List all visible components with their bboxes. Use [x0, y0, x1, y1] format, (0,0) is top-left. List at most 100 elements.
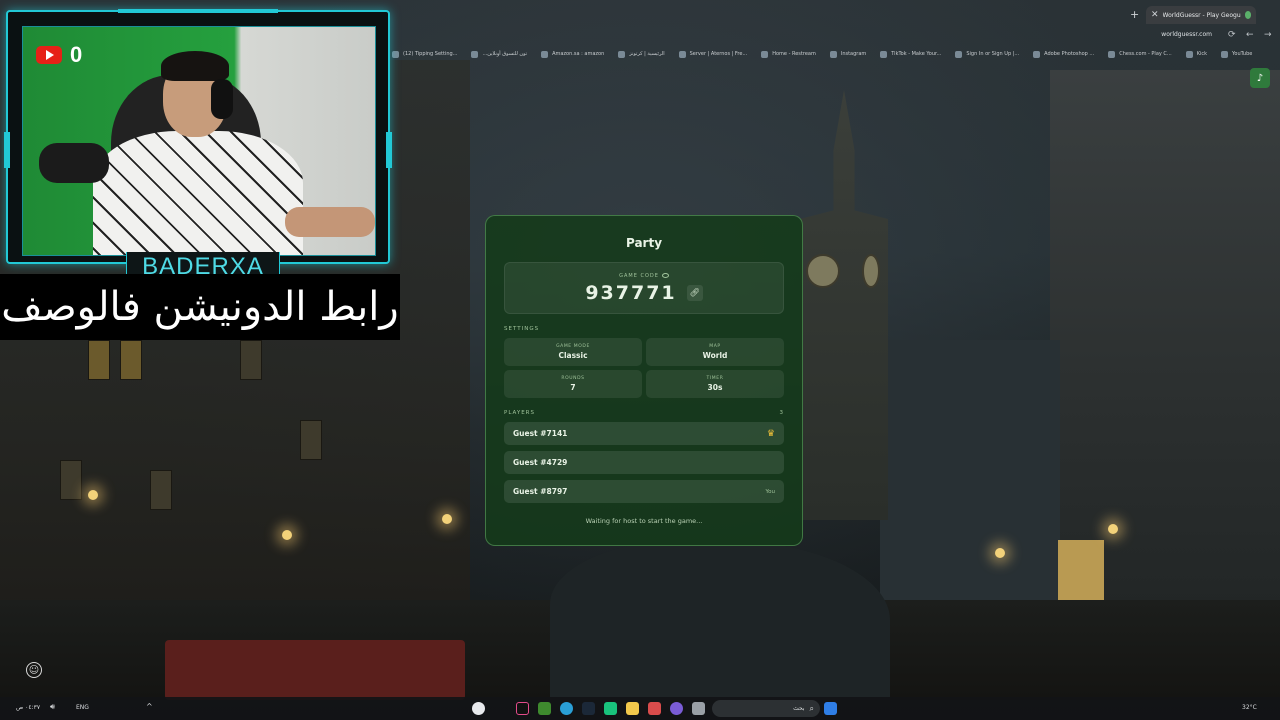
youtube-icon: [36, 46, 62, 64]
bookmark-icon: [1221, 50, 1229, 58]
bookmark-icon: [955, 50, 963, 58]
taskbar-search[interactable]: بحث ⌕: [712, 700, 820, 717]
bookmark-item[interactable]: Server | Aternos | Fre...: [678, 50, 747, 58]
chrome-icon[interactable]: [472, 702, 485, 715]
background-lamp: [442, 514, 452, 524]
webcam-headphones: [211, 79, 233, 119]
youtube-count: 0: [70, 42, 83, 67]
app-icon[interactable]: [670, 702, 683, 715]
players-label: PLAYERS 3: [504, 410, 784, 416]
taskbar-weather[interactable]: 32°C: [1242, 704, 1257, 711]
player-row: Guest #4729: [504, 451, 784, 474]
background-clock-face: [862, 254, 880, 288]
bookmark-icon: [1033, 50, 1041, 58]
background-lamp: [995, 548, 1005, 558]
speaker-icon[interactable]: ♪: [1250, 68, 1270, 88]
bookmark-item[interactable]: الرئيسية | كرتونز: [618, 50, 665, 58]
player-name: Guest #8797: [513, 487, 568, 496]
task-view-icon[interactable]: [692, 702, 705, 715]
bookmark-icon: [761, 50, 769, 58]
reload-icon[interactable]: ⟳: [1228, 30, 1236, 40]
setting-rounds: ROUNDS 7: [504, 370, 642, 398]
background-clock-tower: [800, 90, 888, 520]
webcam-overlay: 0 BADERXA: [4, 9, 392, 282]
app-icon[interactable]: [604, 702, 617, 715]
background-window: [240, 340, 262, 380]
taskbar: ٠٤:٣٧ ص ENG 🔊︎ ^ بحث ⌕ 32°C: [0, 697, 1280, 720]
browser-tab-worldguessr[interactable]: ✕ WorldGuessr - Play Geoguessr F: [1146, 6, 1256, 24]
webcam-person-shirt: [93, 131, 303, 255]
setting-map: MAP World: [646, 338, 784, 366]
game-code-label: GAME CODE: [619, 273, 669, 279]
bookmark-icon: [678, 50, 686, 58]
bookmark-item[interactable]: Instagram: [829, 50, 866, 58]
bookmark-item[interactable]: (12) Tipping Setting...: [392, 50, 457, 58]
file-explorer-icon[interactable]: [626, 702, 639, 715]
browser-tab-strip: + ✕ WorldGuessr - Play Geoguessr F: [390, 6, 1280, 24]
bookmark-icon: [471, 50, 479, 58]
bookmark-icon: [829, 50, 837, 58]
party-title: Party: [625, 236, 663, 250]
windows-start-icon[interactable]: [824, 702, 837, 715]
player-row: Guest #7141 ♛: [504, 422, 784, 445]
bookmark-icon: [1108, 50, 1116, 58]
link-icon[interactable]: 🔗︎: [686, 284, 703, 301]
app-icon[interactable]: [648, 702, 661, 715]
bookmarks-bar: (12) Tipping Setting... ...تون للتسوق أو…: [392, 47, 1280, 61]
background-bus: [165, 640, 465, 700]
bookmark-item[interactable]: Amazon.sa : amazon: [541, 50, 604, 58]
tray-chevron-icon[interactable]: ^: [146, 702, 153, 711]
telegram-icon[interactable]: [560, 702, 573, 715]
screen: + ✕ WorldGuessr - Play Geoguessr F world…: [0, 0, 1280, 720]
bookmark-item[interactable]: Adobe Photoshop ...: [1033, 50, 1094, 58]
settings-grid: GAME MODE Classic MAP World ROUNDS 7 TIM…: [504, 338, 784, 398]
bookmark-item[interactable]: Chess.com - Play C...: [1108, 50, 1172, 58]
player-name: Guest #7141: [513, 429, 568, 438]
minecraft-icon[interactable]: [538, 702, 551, 715]
steam-icon[interactable]: [582, 702, 595, 715]
address-bar[interactable]: worldguessr.com ⟳ ← →: [390, 26, 1280, 46]
background-window: [120, 340, 142, 380]
bookmark-item[interactable]: TikTok - Make Your...: [880, 50, 941, 58]
webcam-microphone: [39, 143, 109, 183]
setting-timer: TIMER 30s: [646, 370, 784, 398]
background-lion-statue: [550, 540, 890, 700]
taskbar-clock-time[interactable]: ٠٤:٣٧ ص: [16, 704, 40, 711]
bookmark-icon: [618, 50, 626, 58]
background-lamp: [88, 490, 98, 500]
tab-favicon: [1244, 11, 1251, 19]
eye-icon[interactable]: [661, 273, 669, 278]
background-window: [88, 340, 110, 380]
background-lamp: [1108, 524, 1118, 534]
taskbar-search-label: بحث: [793, 705, 805, 712]
party-lobby-panel: Party GAME CODE 937771 🔗︎ SETTINGS GAME …: [485, 215, 803, 546]
background-lamp: [282, 530, 292, 540]
player-row: Guest #8797 You: [504, 480, 784, 503]
bookmark-item[interactable]: Kick: [1185, 50, 1207, 58]
bookmark-item[interactable]: YouTube: [1221, 50, 1252, 58]
donation-banner: رابط الدونيشن فالوصف: [0, 274, 400, 340]
webcam-person-arm: [285, 207, 375, 237]
bookmark-item[interactable]: Sign In or Sign Up |...: [955, 50, 1019, 58]
tab-close-icon[interactable]: ✕: [1151, 10, 1159, 20]
taskbar-language[interactable]: ENG: [76, 704, 89, 711]
tab-title: WorldGuessr - Play Geoguessr F: [1162, 11, 1241, 19]
bookmark-icon: [541, 50, 549, 58]
crown-icon: ♛: [766, 428, 775, 439]
new-tab-button[interactable]: +: [1130, 8, 1139, 21]
players-list: Guest #7141 ♛ Guest #4729 Guest #8797 Yo…: [504, 422, 784, 503]
webcam-person-hair: [161, 51, 229, 81]
settings-label: SETTINGS: [504, 326, 540, 332]
bookmark-item[interactable]: Home - Restream: [761, 50, 816, 58]
tiktok-icon[interactable]: [516, 702, 529, 715]
volume-icon[interactable]: 🔊︎: [50, 702, 55, 712]
game-code-value: 937771: [585, 281, 677, 304]
url-text[interactable]: worldguessr.com: [1161, 31, 1212, 38]
youtube-subscriber-badge: 0: [36, 42, 82, 68]
forward-icon[interactable]: →: [1264, 30, 1272, 40]
back-icon[interactable]: ←: [1246, 30, 1254, 40]
setting-game-mode: GAME MODE Classic: [504, 338, 642, 366]
game-code-row: 937771 🔗︎: [585, 281, 703, 304]
bookmark-item[interactable]: ...تون للتسوق أونلاين: [471, 50, 527, 58]
smiley-icon[interactable]: ☺: [26, 662, 42, 678]
